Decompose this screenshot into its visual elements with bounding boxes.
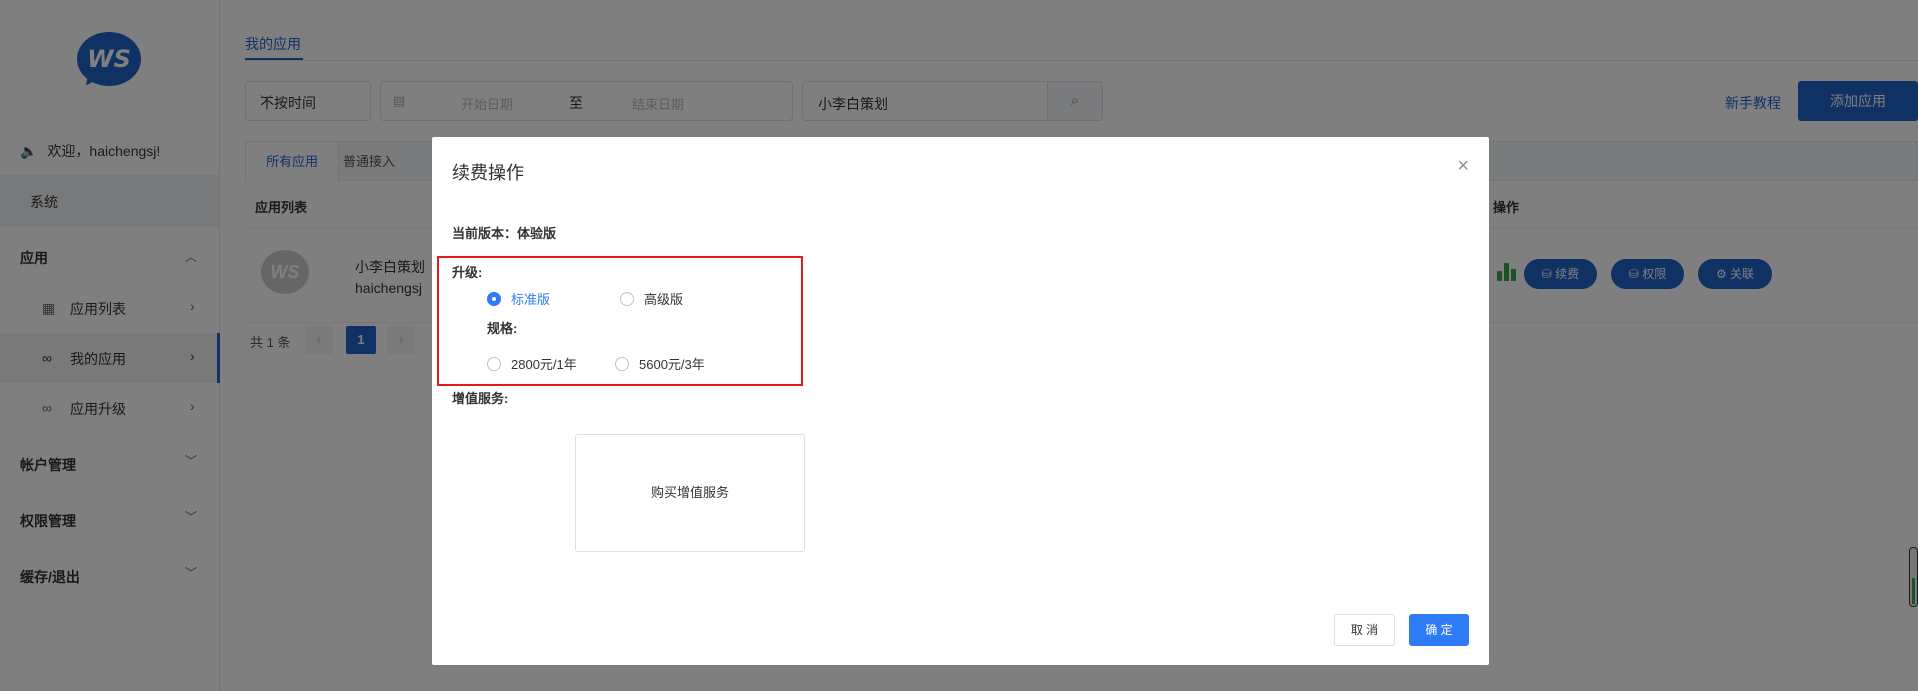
radio-unchecked-icon xyxy=(620,291,634,306)
radio-spec-3-year[interactable]: 5600元/3年 xyxy=(615,354,705,373)
spec-label: 规格: xyxy=(487,321,518,336)
radio-spec-1-year[interactable]: 2800元/1年 xyxy=(487,354,577,373)
close-icon[interactable]: × xyxy=(1457,155,1469,178)
radio-checked-icon xyxy=(487,291,501,306)
confirm-button[interactable]: 确 定 xyxy=(1409,614,1469,646)
radio-standard-edition[interactable]: 标准版 xyxy=(487,289,550,308)
radio-unchecked-icon xyxy=(487,356,501,371)
cancel-button[interactable]: 取 消 xyxy=(1334,614,1395,646)
radio-label: 标准版 xyxy=(511,292,551,307)
radio-label: 2800元/1年 xyxy=(511,357,577,372)
current-version: 当前版本：体验版 xyxy=(452,226,557,241)
radio-label: 高级版 xyxy=(644,292,684,307)
renewal-dialog: 续费操作 × 当前版本：体验版 升级: 标准版 高级版 规格: 2800元/1年… xyxy=(432,137,1489,665)
upgrade-label: 升级: xyxy=(452,265,483,280)
radio-unchecked-icon xyxy=(615,356,629,371)
addon-label: 增值服务: xyxy=(452,391,509,406)
dialog-title: 续费操作 xyxy=(452,163,524,183)
buy-addon-card[interactable]: 购买增值服务 xyxy=(575,434,805,552)
radio-label: 5600元/3年 xyxy=(639,357,705,372)
radio-advanced-edition[interactable]: 高级版 xyxy=(620,289,683,308)
